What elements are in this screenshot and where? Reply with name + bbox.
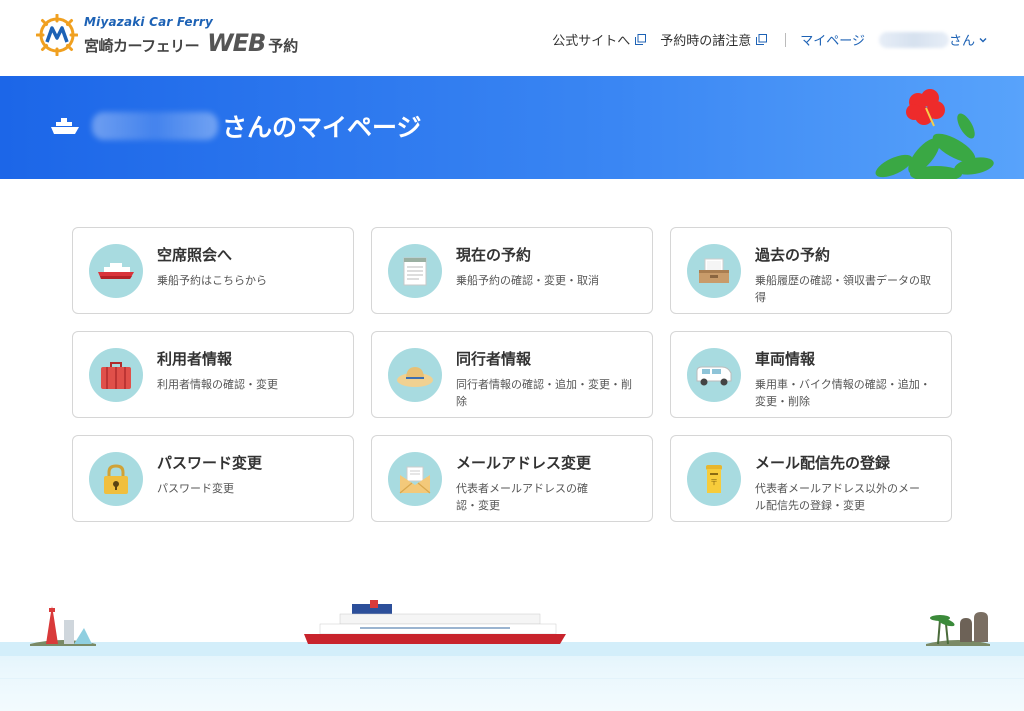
external-link-icon xyxy=(756,34,768,45)
card-description: 利用者情報の確認・変更 xyxy=(157,378,278,391)
notepad-icon xyxy=(403,257,427,286)
card-title: メール配信先の登録 xyxy=(755,454,891,472)
card-current-bookings[interactable]: 現在の予約 乗船予約の確認・変更・取消 xyxy=(371,227,653,314)
card-seat-availability[interactable]: 空席照会へ 乗船予約はこちらから xyxy=(72,227,354,314)
page-title-text: さんのマイページ xyxy=(222,113,422,142)
page-title: さんのマイページ xyxy=(50,108,422,144)
suitcase-icon xyxy=(101,362,131,389)
nav-divider xyxy=(785,32,787,47)
card-password-change[interactable]: パスワード変更 パスワード変更 xyxy=(72,435,354,522)
card-description: 乗船履歴の確認・領収書データの取得 xyxy=(755,274,931,305)
card-email-change[interactable]: メールアドレス変更 代表者メールアドレスの確認・変更 xyxy=(371,435,653,522)
card-description: 代表者メールアドレス以外のメール配信先の登録・変更 xyxy=(755,482,920,513)
hibiscus-decoration-icon xyxy=(875,89,994,179)
mypage-banner: さんのマイページ xyxy=(0,76,1024,179)
ferry-illustration-icon xyxy=(304,600,566,644)
card-title: 車両情報 xyxy=(755,350,816,368)
svg-text:〒: 〒 xyxy=(710,478,718,487)
padlock-icon xyxy=(104,464,128,494)
card-title: 過去の予約 xyxy=(755,246,831,264)
card-past-bookings[interactable]: 過去の予約 乗船履歴の確認・領収書データの取得 xyxy=(670,227,952,314)
footer-scene xyxy=(0,580,1024,711)
user-menu[interactable]: さん xyxy=(878,30,988,49)
card-title: メールアドレス変更 xyxy=(456,454,592,472)
official-site-label: 公式サイトへ xyxy=(552,34,631,49)
card-title: 空席照会へ xyxy=(157,246,233,264)
booking-notes-label: 予約時の諸注意 xyxy=(660,34,752,49)
card-description: 同行者情報の確認・追加・変更・削除 xyxy=(456,378,632,409)
card-title: 利用者情報 xyxy=(157,350,233,368)
card-title: パスワード変更 xyxy=(157,454,263,472)
card-title: 現在の予約 xyxy=(456,246,532,264)
site-logo[interactable]: Miyazaki Car Ferry 宮崎カーフェリー WEB 予約 xyxy=(36,14,298,56)
car-icon xyxy=(696,366,732,386)
kobe-port-tower-icon xyxy=(30,606,96,646)
archive-box-icon xyxy=(699,258,729,283)
card-description: 乗用車・バイク情報の確認・追加・変更・削除 xyxy=(755,378,931,409)
official-site-link[interactable]: 公式サイトへ xyxy=(552,30,660,49)
card-user-info[interactable]: 利用者情報 利用者情報の確認・変更 xyxy=(72,331,354,418)
ship-icon xyxy=(51,118,79,134)
logo-english: Miyazaki Car Ferry xyxy=(84,14,213,29)
user-suffix: さん xyxy=(948,34,975,49)
external-link-icon xyxy=(635,34,647,45)
user-name-blurred xyxy=(878,31,949,48)
ferry-wheel-logo-icon xyxy=(36,14,78,56)
card-vehicle-info[interactable]: 車両情報 乗用車・バイク情報の確認・追加・変更・削除 xyxy=(670,331,952,418)
logo-web: WEB xyxy=(207,28,266,57)
header-nav: 公式サイトへ 予約時の諸注意 マイページ さん xyxy=(552,30,988,49)
logo-yoyaku: 予約 xyxy=(268,36,299,55)
card-description: パスワード変更 xyxy=(157,482,234,495)
user-name-blurred xyxy=(92,112,218,140)
mypage-link[interactable]: マイページ xyxy=(800,30,865,49)
site-header: Miyazaki Car Ferry 宮崎カーフェリー WEB 予約 公式サイト… xyxy=(0,0,1024,76)
card-description: 乗船予約の確認・変更・取消 xyxy=(456,274,599,287)
mypage-menu-grid: 空席照会へ 乗船予約はこちらから 現在の予約 乗船予約の確認・変更・取消 過去の… xyxy=(72,227,952,522)
moai-palm-icon xyxy=(926,612,990,646)
logo-japanese: 宮崎カーフェリー xyxy=(84,36,200,55)
envelope-icon xyxy=(399,466,431,494)
booking-notes-link[interactable]: 予約時の諸注意 xyxy=(660,30,781,49)
card-description: 代表者メールアドレスの確認・変更 xyxy=(456,482,588,513)
ferry-icon xyxy=(98,263,134,279)
card-companion-info[interactable]: 同行者情報 同行者情報の確認・追加・変更・削除 xyxy=(371,331,653,418)
chevron-down-icon xyxy=(979,37,987,42)
card-mail-recipient-registration[interactable]: 〒 メール配信先の登録 代表者メールアドレス以外のメール配信先の登録・変更 xyxy=(670,435,952,522)
card-description: 乗船予約はこちらから xyxy=(157,274,267,287)
mailbox-icon: 〒 xyxy=(706,465,722,493)
card-title: 同行者情報 xyxy=(456,350,532,368)
straw-hat-icon xyxy=(397,367,433,387)
